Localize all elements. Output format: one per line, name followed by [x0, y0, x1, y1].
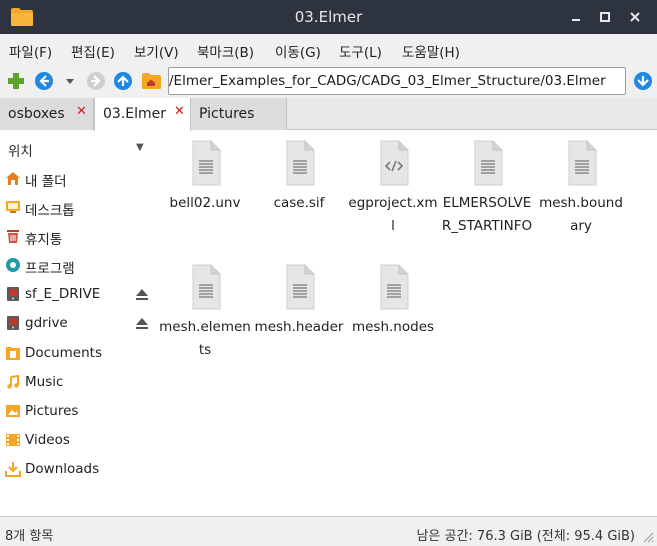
text-file-icon	[379, 264, 409, 310]
menu-file[interactable]: 파일(F)	[9, 41, 52, 61]
close-tab-icon[interactable]: ✕	[174, 104, 185, 119]
sidebar-item-pictures[interactable]: Pictures	[0, 399, 152, 425]
free-space: 남은 공간: 76.3 GiB (전체: 95.4 GiB)	[416, 529, 635, 544]
up-icon[interactable]	[112, 70, 134, 92]
text-file-icon	[285, 140, 315, 186]
eject-icon[interactable]	[134, 288, 150, 302]
menu-bookmarks[interactable]: 북마크(B)	[197, 41, 254, 61]
tab-label: osboxes	[8, 106, 65, 122]
menu-edit[interactable]: 편집(E)	[71, 41, 115, 61]
sidebar-item-applications[interactable]: 프로그램	[0, 253, 152, 279]
title-bar: 03.Elmer	[0, 0, 657, 34]
file-name: egproject.xml	[348, 195, 438, 234]
file-name: bell02.unv	[169, 195, 241, 211]
menu-bar: 파일(F) 편집(E) 보기(V) 북마크(B) 이동(G) 도구(L) 도움말…	[0, 34, 657, 64]
tab-osboxes[interactable]: osboxes ✕	[0, 98, 94, 130]
tab-label: Pictures	[199, 106, 255, 122]
pictures-folder-icon	[6, 405, 20, 417]
videos-folder-icon	[6, 434, 20, 446]
text-file-icon	[473, 140, 503, 186]
file-view[interactable]: bell02.unv case.sif egproject.xml ELMERS…	[153, 131, 657, 516]
history-dropdown-icon[interactable]	[59, 70, 81, 92]
drive-icon	[7, 316, 19, 330]
close-window-button[interactable]	[626, 8, 644, 26]
documents-folder-icon	[6, 347, 20, 360]
tab-label: 03.Elmer	[103, 106, 167, 122]
sidebar-item-videos[interactable]: Videos	[0, 428, 152, 454]
tab-03-elmer[interactable]: 03.Elmer ✕	[94, 98, 191, 131]
forward-icon[interactable]	[85, 70, 107, 92]
go-icon[interactable]	[632, 70, 654, 92]
sidebar-item-downloads[interactable]: Downloads	[0, 457, 152, 483]
menu-go[interactable]: 이동(G)	[275, 41, 321, 61]
back-icon[interactable]	[33, 70, 55, 92]
downloads-folder-icon	[5, 462, 21, 477]
sidebar-item-documents[interactable]: Documents	[0, 341, 152, 367]
path-input[interactable]: /Elmer_Examples_for_CADG/CADG_03_Elmer_S…	[168, 67, 626, 95]
text-file-icon	[191, 264, 221, 310]
new-tab-plus-icon[interactable]	[5, 70, 27, 92]
text-file-icon	[285, 264, 315, 310]
minimize-button[interactable]	[567, 8, 585, 26]
status-bar: 8개 항목 남은 공간: 76.3 GiB (전체: 95.4 GiB)	[0, 516, 657, 546]
sidebar-item-sf-e-drive[interactable]: sf_E_DRIVE	[0, 282, 152, 308]
resize-grip-icon[interactable]	[640, 529, 654, 543]
desktop-icon	[6, 201, 20, 213]
home-icon	[6, 172, 20, 185]
xml-file-icon	[379, 140, 409, 186]
close-icon	[630, 12, 640, 22]
minimize-icon	[572, 19, 580, 21]
file-name: mesh.boundary	[539, 195, 623, 234]
eject-icon[interactable]	[134, 317, 150, 331]
text-file-icon	[191, 140, 221, 186]
menu-tools[interactable]: 도구(L)	[339, 41, 382, 61]
file-name: mesh.nodes	[351, 319, 435, 335]
sidebar-item-desktop[interactable]: 데스크톱	[0, 195, 152, 221]
sidebar-header[interactable]: 위치	[8, 140, 33, 160]
path-text: /Elmer_Examples_for_CADG/CADG_03_Elmer_S…	[169, 73, 606, 89]
file-name: case.sif	[273, 195, 325, 211]
menu-help[interactable]: 도움말(H)	[402, 41, 460, 61]
home-folder-icon[interactable]	[140, 70, 162, 92]
drive-icon	[7, 287, 19, 301]
tab-pictures[interactable]: Pictures	[191, 98, 287, 130]
window-title: 03.Elmer	[294, 8, 363, 26]
music-folder-icon	[7, 374, 19, 389]
sidebar-item-trash[interactable]: 휴지통	[0, 224, 152, 250]
maximize-icon	[600, 12, 610, 22]
file-name: mesh.header	[254, 319, 344, 335]
file-name: ELMERSOLVER_STARTINFO	[441, 195, 533, 234]
file-name: mesh.elements	[159, 319, 251, 358]
close-tab-icon[interactable]: ✕	[76, 104, 87, 119]
sidebar-item-music[interactable]: Music	[0, 370, 152, 396]
sidebar: 위치 ▼ 내 폴더 데스크톱 휴지통 프로그램 sf_E_DRIVE gdriv…	[0, 131, 152, 516]
applications-icon	[6, 258, 20, 272]
sidebar-item-gdrive[interactable]: gdrive	[0, 311, 152, 337]
sidebar-dropdown-icon[interactable]: ▼	[136, 142, 144, 153]
menu-view[interactable]: 보기(V)	[134, 41, 179, 61]
item-count: 8개 항목	[5, 529, 54, 544]
sidebar-item-home[interactable]: 내 폴더	[0, 166, 152, 192]
maximize-button[interactable]	[596, 8, 614, 26]
text-file-icon	[567, 140, 597, 186]
trash-icon	[7, 230, 19, 243]
